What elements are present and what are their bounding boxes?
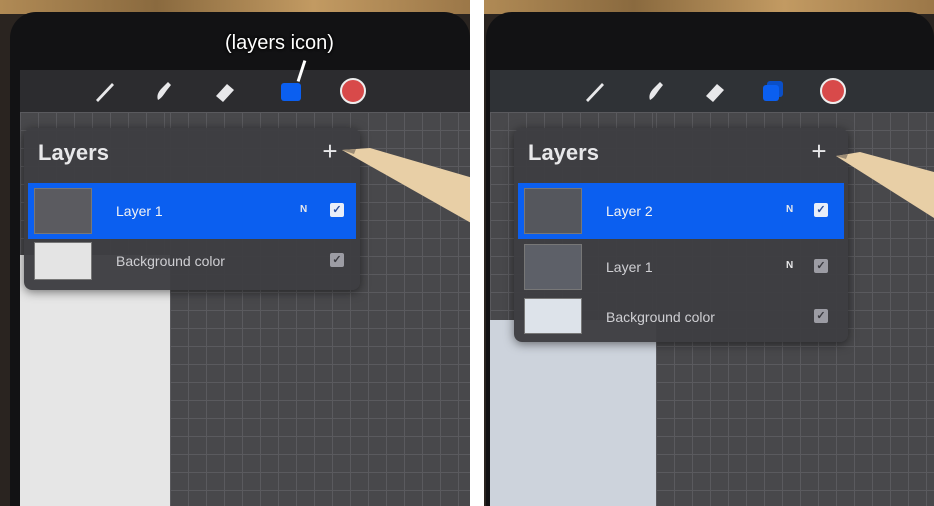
- layer-row[interactable]: Layer 1 N ✓: [28, 183, 356, 239]
- layer-thumbnail: [524, 298, 582, 334]
- visibility-checkbox[interactable]: ✓: [814, 203, 828, 217]
- panel-title: Layers: [38, 140, 109, 165]
- color-swatch[interactable]: [340, 78, 366, 104]
- layers-panel: Layers + Layer 2 N ✓ Layer 1 N ✓ Backgro…: [514, 128, 848, 342]
- color-swatch[interactable]: [820, 78, 846, 104]
- apple-pencil: [342, 148, 470, 223]
- canvas-white-area: [20, 255, 170, 506]
- panel-title: Layers: [528, 140, 599, 165]
- photo-before: Layers + Layer 1 N ✓ Background color ✓ …: [0, 0, 470, 506]
- layer-row[interactable]: Layer 2 N ✓: [518, 183, 844, 239]
- layer-row[interactable]: Background color ✓: [518, 295, 844, 339]
- add-layer-button[interactable]: +: [806, 138, 832, 164]
- visibility-checkbox[interactable]: ✓: [814, 259, 828, 273]
- layers-icon[interactable]: [760, 78, 786, 104]
- blend-mode-button[interactable]: N: [786, 204, 793, 215]
- layer-name: Background color: [606, 309, 715, 325]
- layer-thumbnail: [34, 242, 92, 280]
- layer-thumbnail: [524, 244, 582, 290]
- toolbar: [20, 70, 470, 112]
- layer-row[interactable]: Layer 1 N ✓: [518, 239, 844, 295]
- visibility-checkbox[interactable]: ✓: [814, 309, 828, 323]
- apple-pencil: [836, 152, 934, 218]
- brush-icon[interactable]: [582, 78, 608, 104]
- photo-after: Layers + Layer 2 N ✓ Layer 1 N ✓ Backgro…: [484, 0, 934, 506]
- smudge-icon[interactable]: [150, 78, 176, 104]
- brush-icon[interactable]: [92, 78, 118, 104]
- layer-name: Background color: [116, 253, 225, 269]
- eraser-icon[interactable]: [212, 78, 238, 104]
- layers-icon[interactable]: [278, 78, 304, 104]
- blend-mode-button[interactable]: N: [300, 204, 307, 215]
- blend-mode-button[interactable]: N: [786, 260, 793, 271]
- smudge-icon[interactable]: [642, 78, 668, 104]
- layer-name: Layer 1: [606, 259, 653, 275]
- layer-name: Layer 2: [606, 203, 653, 219]
- layer-thumbnail: [34, 188, 92, 234]
- annotation-label: (layers icon): [225, 32, 334, 54]
- layer-name: Layer 1: [116, 203, 163, 219]
- layer-row[interactable]: Background color ✓: [28, 239, 356, 285]
- visibility-checkbox[interactable]: ✓: [330, 253, 344, 267]
- toolbar: [490, 70, 934, 112]
- layer-thumbnail: [524, 188, 582, 234]
- eraser-icon[interactable]: [702, 78, 728, 104]
- canvas-white-area: [490, 320, 656, 506]
- layers-panel: Layers + Layer 1 N ✓ Background color ✓: [24, 128, 360, 290]
